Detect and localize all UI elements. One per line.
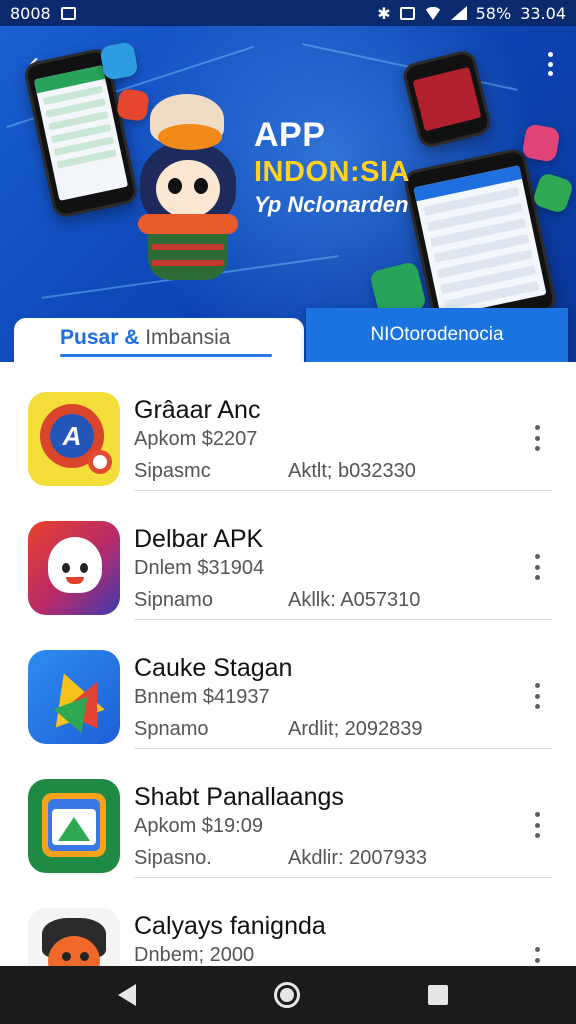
- list-item[interactable]: Cauke Stagan Bnnem $41937 Spnamo Ardlit;…: [0, 620, 576, 749]
- battery-percent: 58%: [475, 3, 512, 23]
- nav-home-icon[interactable]: [274, 982, 300, 1008]
- item-more-icon[interactable]: [526, 809, 548, 841]
- app-name: Grâaar Anc: [134, 396, 261, 424]
- status-left-text: 8008: [10, 3, 51, 23]
- item-more-icon[interactable]: [526, 944, 548, 966]
- list-item[interactable]: Delbar APK Dnlem $31904 Sipnamo Akllk: A…: [0, 491, 576, 620]
- wifi-icon: [423, 6, 442, 20]
- app-status: Sipasno.: [134, 847, 212, 869]
- signal-icon: [450, 6, 467, 20]
- tab-first[interactable]: Pusar & Imbansia: [14, 318, 304, 362]
- app-name: Calyays fanignda: [134, 912, 326, 940]
- app-tile-icon: [521, 123, 561, 163]
- overflow-menu-icon[interactable]: [538, 48, 562, 80]
- app-name: Delbar APK: [134, 525, 264, 553]
- app-code: Aktlt; b032330: [288, 460, 416, 482]
- app-icon-photo-gallery: [28, 779, 120, 873]
- bluetooth-icon: ✱: [377, 3, 391, 23]
- tab-second[interactable]: NIOtorodenocia: [306, 308, 568, 364]
- app-code: Akllk: A057310: [288, 589, 421, 611]
- app-meta: Bnnem $41937: [134, 686, 270, 708]
- app-icon-triangle-logo: [28, 650, 120, 744]
- app-status: Sipasmc: [134, 460, 211, 482]
- tab-active-indicator: [60, 354, 272, 357]
- app-icon-red-badge: A: [28, 392, 120, 486]
- nav-back-icon[interactable]: [118, 984, 136, 1006]
- tab-first-label: Pusar & Imbansia: [60, 326, 231, 349]
- list-item[interactable]: A Grâaar Anc Apkom $2207 Sipasmc Aktlt; …: [0, 362, 576, 491]
- hero-tagline: Yp Nclonarden: [254, 192, 409, 217]
- app-icon-orange-character: [28, 908, 120, 966]
- item-more-icon[interactable]: [526, 551, 548, 583]
- app-status: Sipnamo: [134, 589, 213, 611]
- nav-recents-icon[interactable]: [428, 985, 448, 1005]
- clock: 33.04: [520, 3, 566, 23]
- list-item[interactable]: Calyays fanignda Dnbem; 2000: [0, 878, 576, 966]
- app-code: Ardlit; 2092839: [288, 718, 423, 740]
- app-tile-icon: [99, 41, 139, 81]
- app-meta: Dnlem $31904: [134, 557, 265, 579]
- app-icon-ghost-mascot: [28, 521, 120, 615]
- app-meta: Dnbem; 2000: [134, 944, 255, 966]
- app-code: Akdlir: 2007933: [288, 847, 427, 869]
- hero-subtitle: INDON:SIA: [254, 156, 410, 188]
- hero-title: APP: [254, 116, 326, 154]
- mascot-illustration: [132, 94, 244, 294]
- item-more-icon[interactable]: [526, 422, 548, 454]
- app-name: Shabt Panallaangs: [134, 783, 344, 811]
- app-meta: Apkom $19:09: [134, 815, 263, 837]
- app-meta: Apkom $2207: [134, 428, 258, 450]
- gallery-notification-icon: [60, 6, 76, 20]
- status-bar: 8008 ✱ 58% 33.04: [0, 0, 576, 26]
- app-status: Spnamo: [134, 718, 209, 740]
- app-name: Cauke Stagan: [134, 654, 293, 682]
- system-nav-bar: [0, 966, 576, 1024]
- list-item[interactable]: Shabt Panallaangs Apkom $19:09 Sipasno. …: [0, 749, 576, 878]
- tab-second-label: NIOtorodenocia: [370, 324, 504, 345]
- app-list: A Grâaar Anc Apkom $2207 Sipasmc Aktlt; …: [0, 362, 576, 966]
- nfc-icon: [399, 6, 415, 20]
- item-more-icon[interactable]: [526, 680, 548, 712]
